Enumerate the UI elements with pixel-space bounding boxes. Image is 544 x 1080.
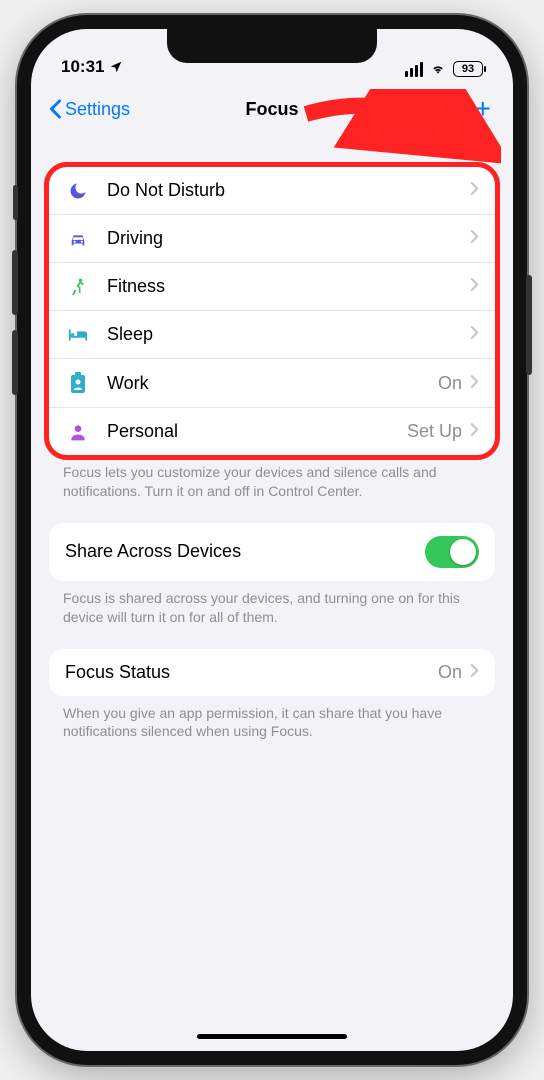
chevron-right-icon [470, 180, 479, 201]
footer-text-3: When you give an app permission, it can … [49, 696, 495, 742]
focus-list-group: Do Not Disturb Driving [49, 167, 495, 455]
chevron-left-icon [49, 99, 62, 119]
chevron-right-icon [470, 373, 479, 394]
moon-icon [65, 181, 91, 201]
footer-text-1: Focus lets you customize your devices an… [49, 455, 495, 501]
row-label: Personal [107, 421, 407, 442]
page-title: Focus [245, 99, 298, 120]
screen: 10:31 93 Settings Focus + [31, 29, 513, 1051]
add-button[interactable]: + [475, 95, 491, 123]
status-time: 10:31 [61, 57, 104, 77]
mute-switch[interactable] [13, 185, 18, 220]
focus-row-work[interactable]: Work On [49, 358, 495, 407]
row-label: Fitness [107, 276, 462, 297]
notch [167, 29, 377, 63]
share-group: Share Across Devices [49, 523, 495, 581]
location-icon [109, 60, 123, 74]
chevron-right-icon [470, 324, 479, 345]
home-indicator[interactable] [197, 1034, 347, 1039]
focus-row-personal[interactable]: Personal Set Up [49, 407, 495, 455]
back-label: Settings [65, 99, 130, 120]
volume-down-button[interactable] [12, 330, 18, 395]
row-label: Sleep [107, 324, 462, 345]
row-label: Work [107, 373, 438, 394]
chevron-right-icon [470, 276, 479, 297]
battery-icon: 93 [453, 61, 483, 77]
row-detail: On [438, 373, 462, 394]
focus-status-group: Focus Status On [49, 649, 495, 696]
focus-row-driving[interactable]: Driving [49, 214, 495, 262]
volume-up-button[interactable] [12, 250, 18, 315]
person-icon [65, 422, 91, 442]
wifi-icon [429, 62, 447, 76]
share-row: Share Across Devices [49, 523, 495, 581]
focus-row-dnd[interactable]: Do Not Disturb [49, 167, 495, 214]
runner-icon [65, 277, 91, 297]
focus-row-sleep[interactable]: Sleep [49, 310, 495, 358]
row-detail: Set Up [407, 421, 462, 442]
row-label: Do Not Disturb [107, 180, 462, 201]
row-label: Driving [107, 228, 462, 249]
chevron-right-icon [470, 228, 479, 249]
focus-row-fitness[interactable]: Fitness [49, 262, 495, 310]
footer-text-2: Focus is shared across your devices, and… [49, 581, 495, 627]
chevron-right-icon [470, 662, 479, 683]
nav-bar: Settings Focus + [31, 83, 513, 135]
badge-icon [65, 372, 91, 394]
power-button[interactable] [526, 275, 532, 375]
bed-icon [65, 327, 91, 343]
focus-status-detail: On [438, 662, 462, 683]
back-button[interactable]: Settings [49, 99, 130, 120]
car-icon [65, 230, 91, 248]
chevron-right-icon [470, 421, 479, 442]
focus-status-label: Focus Status [65, 662, 438, 683]
phone-frame: 10:31 93 Settings Focus + [17, 15, 527, 1065]
focus-status-row[interactable]: Focus Status On [49, 649, 495, 696]
content: Do Not Disturb Driving [31, 135, 513, 751]
cellular-icon [405, 62, 423, 77]
share-toggle[interactable] [425, 536, 479, 568]
share-label: Share Across Devices [65, 541, 425, 562]
